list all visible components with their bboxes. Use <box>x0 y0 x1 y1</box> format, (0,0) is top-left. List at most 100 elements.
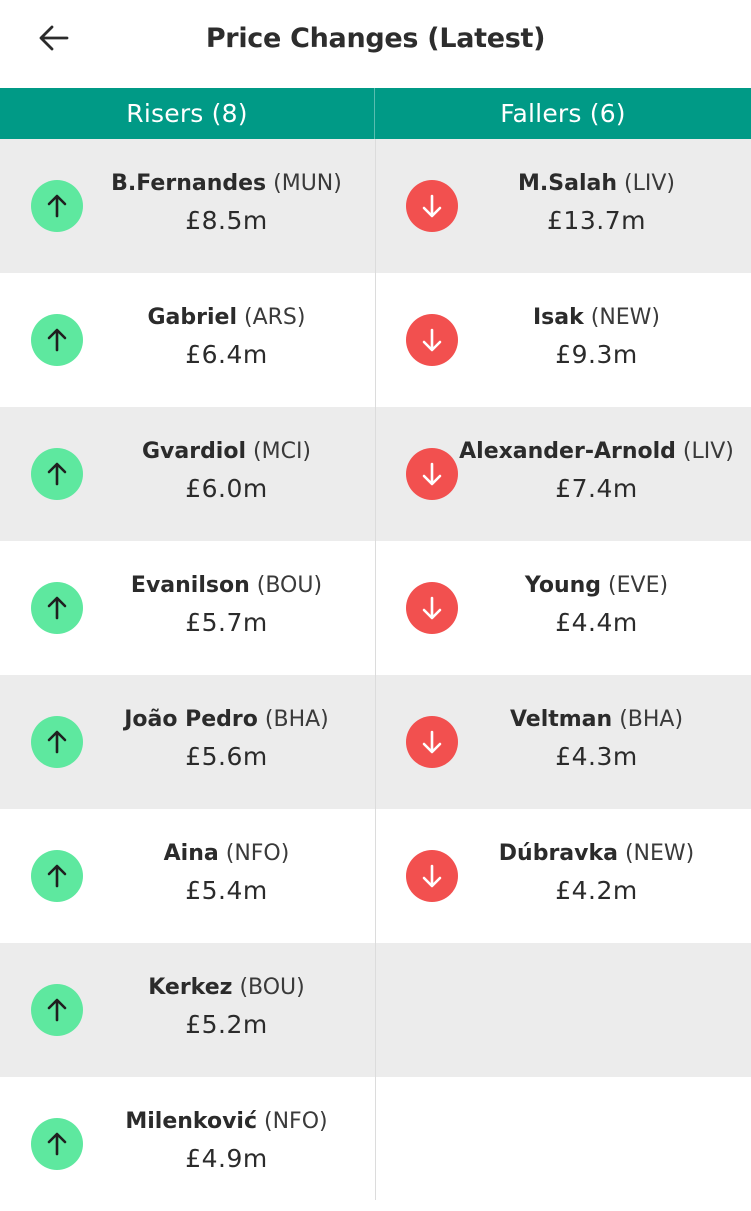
player-name: Isak <box>532 305 584 330</box>
player-price: £4.4m <box>555 608 638 637</box>
player-name: Evanilson <box>130 573 250 598</box>
player-label: Evanilson (BOU) <box>78 571 375 601</box>
column-divider <box>375 139 376 1200</box>
player-label: Kerkez (BOU) <box>78 973 375 1003</box>
player-info: Dúbravka (NEW) £4.2m <box>442 839 751 909</box>
player-name: B.Fernandes <box>111 171 267 196</box>
player-price: £9.3m <box>555 340 638 369</box>
player-label: Gvardiol (MCI) <box>78 437 375 467</box>
player-price: £5.7m <box>185 608 268 637</box>
arrow-up-icon <box>47 194 67 218</box>
player-team: (MUN) <box>273 171 342 196</box>
player-price: £5.2m <box>185 1010 268 1039</box>
riser-badge <box>31 448 83 500</box>
player-info: Alexander-Arnold (LIV) £7.4m <box>442 437 751 507</box>
player-price: £4.3m <box>555 742 638 771</box>
player-team: (ARS) <box>244 305 306 330</box>
player-price: £4.9m <box>185 1144 268 1173</box>
arrow-up-icon <box>47 730 67 754</box>
riser-item[interactable]: Evanilson (BOU) £5.7m <box>0 541 375 675</box>
riser-item[interactable]: Aina (NFO) £5.4m <box>0 809 375 943</box>
player-info: Young (EVE) £4.4m <box>442 571 751 641</box>
faller-item[interactable]: Young (EVE) £4.4m <box>376 541 751 675</box>
riser-badge <box>31 314 83 366</box>
arrow-up-icon <box>47 864 67 888</box>
player-price: £4.2m <box>555 876 638 905</box>
player-team: (LIV) <box>682 439 734 464</box>
player-name: Veltman <box>509 707 613 732</box>
arrow-up-icon <box>47 596 67 620</box>
player-label: Aina (NFO) <box>78 839 375 869</box>
player-team: (NFO) <box>225 841 290 866</box>
player-info: Milenković (NFO) £4.9m <box>78 1107 375 1177</box>
faller-item[interactable]: Veltman (BHA) £4.3m <box>376 675 751 809</box>
player-name: Gabriel <box>147 305 238 330</box>
player-info: Evanilson (BOU) £5.7m <box>78 571 375 641</box>
player-name: Kerkez <box>148 975 233 1000</box>
riser-item[interactable]: Gabriel (ARS) £6.4m <box>0 273 375 407</box>
fallers-header: Fallers (6) <box>500 99 626 128</box>
player-team: (BOU) <box>239 975 305 1000</box>
player-label: Milenković (NFO) <box>78 1107 375 1137</box>
player-name: Milenković <box>125 1109 258 1134</box>
page-title: Price Changes (Latest) <box>205 22 546 54</box>
player-team: (MCI) <box>253 439 312 464</box>
player-label: M.Salah (LIV) <box>442 169 751 199</box>
faller-item[interactable]: Dúbravka (NEW) £4.2m <box>376 809 751 943</box>
player-info: Veltman (BHA) £4.3m <box>442 705 751 775</box>
player-label: Veltman (BHA) <box>442 705 751 735</box>
player-team: (LIV) <box>624 171 675 196</box>
riser-item[interactable]: B.Fernandes (MUN) £8.5m <box>0 139 375 273</box>
player-name: Young <box>524 573 602 598</box>
player-team: (NEW) <box>624 841 695 866</box>
player-name: M.Salah <box>518 171 618 196</box>
player-team: (BHA) <box>264 707 329 732</box>
player-team: (EVE) <box>608 573 669 598</box>
riser-badge <box>31 984 83 1036</box>
player-label: B.Fernandes (MUN) <box>78 169 375 199</box>
player-info: B.Fernandes (MUN) £8.5m <box>78 169 375 239</box>
player-info: Gvardiol (MCI) £6.0m <box>78 437 375 507</box>
player-price: £6.0m <box>185 474 268 503</box>
riser-item[interactable]: Kerkez (BOU) £5.2m <box>0 943 375 1077</box>
faller-item[interactable]: Alexander-Arnold (LIV) £7.4m <box>376 407 751 541</box>
player-price: £6.4m <box>185 340 268 369</box>
player-team: (NFO) <box>264 1109 328 1134</box>
arrow-up-icon <box>47 1132 67 1156</box>
player-price: £7.4m <box>555 474 638 503</box>
arrow-left-icon <box>39 25 69 51</box>
player-info: Gabriel (ARS) £6.4m <box>78 303 375 373</box>
player-name: Aina <box>163 841 219 866</box>
riser-item[interactable]: João Pedro (BHA) £5.6m <box>0 675 375 809</box>
arrow-up-icon <box>47 328 67 352</box>
player-price: £5.6m <box>185 742 268 771</box>
player-info: M.Salah (LIV) £13.7m <box>442 169 751 239</box>
riser-item[interactable]: Milenković (NFO) £4.9m <box>0 1077 375 1211</box>
player-name: Dúbravka <box>498 841 618 866</box>
riser-badge <box>31 850 83 902</box>
player-label: Dúbravka (NEW) <box>442 839 751 869</box>
riser-item[interactable]: Gvardiol (MCI) £6.0m <box>0 407 375 541</box>
column-header: Risers (8) Fallers (6) <box>0 88 751 139</box>
player-info: João Pedro (BHA) £5.6m <box>78 705 375 775</box>
player-info: Kerkez (BOU) £5.2m <box>78 973 375 1043</box>
riser-badge <box>31 1118 83 1170</box>
price-change-table: Milenković (NFO) £4.9m Kerkez (BOU) £5.2m Ai… <box>0 139 751 1200</box>
arrow-up-icon <box>47 462 67 486</box>
player-price: £13.7m <box>547 206 646 235</box>
app-bar: Price Changes (Latest) <box>0 0 751 88</box>
riser-badge <box>31 582 83 634</box>
faller-item[interactable]: M.Salah (LIV) £13.7m <box>376 139 751 273</box>
back-button[interactable] <box>26 14 82 62</box>
player-name: Alexander-Arnold <box>459 439 676 464</box>
player-team: (NEW) <box>590 305 661 330</box>
risers-header: Risers (8) <box>0 88 375 139</box>
player-team: (BOU) <box>256 573 323 598</box>
player-team: (BHA) <box>619 707 684 732</box>
player-label: Isak (NEW) <box>442 303 751 333</box>
riser-badge <box>31 716 83 768</box>
faller-item[interactable]: Isak (NEW) £9.3m <box>376 273 751 407</box>
player-price: £8.5m <box>185 206 268 235</box>
player-price: £5.4m <box>185 876 268 905</box>
player-label: Young (EVE) <box>442 571 751 601</box>
